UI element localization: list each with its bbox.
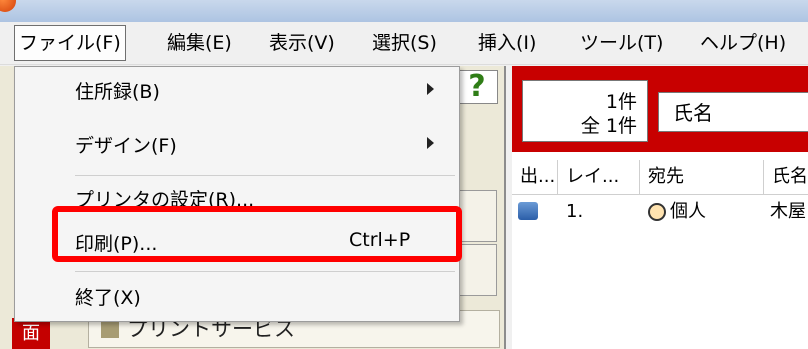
highlight-annotation	[52, 206, 462, 262]
menu-insert[interactable]: 挿入(I)	[474, 26, 540, 60]
record-count: 1件	[605, 91, 637, 113]
menu-item-exit[interactable]: 終了(X)	[75, 283, 141, 310]
printer-icon	[518, 202, 538, 220]
row-number: 1.	[566, 201, 584, 222]
column-header-output[interactable]: 出...	[512, 160, 558, 194]
title-bar	[0, 0, 808, 22]
column-header-layout[interactable]: レイ...	[558, 160, 640, 194]
name-cell[interactable]: 木屋	[770, 198, 806, 226]
menu-separator	[75, 271, 455, 272]
menu-edit[interactable]: 編集(E)	[163, 26, 236, 60]
menu-view[interactable]: 表示(V)	[265, 26, 339, 60]
file-menu-dropdown: 住所録(B) デザイン(F) プリンタの設定(R)... 印刷(P)... Ct…	[14, 66, 460, 322]
person-icon	[648, 203, 666, 221]
panel-splitter[interactable]	[504, 66, 506, 349]
record-count-box: 1件 全 1件	[522, 80, 648, 142]
recipient-cell[interactable]: 個人	[648, 198, 706, 226]
menu-tools[interactable]: ツール(T)	[576, 26, 667, 60]
column-header-recipient[interactable]: 宛先	[640, 160, 764, 194]
recipient-label: 個人	[670, 201, 706, 222]
menu-item-address-book[interactable]: 住所録(B)	[75, 77, 160, 104]
menu-separator	[75, 175, 455, 176]
column-header-name[interactable]: 氏名	[764, 160, 808, 194]
mode-badge[interactable]: 面	[12, 318, 50, 349]
menu-help[interactable]: ヘルプ(H)	[696, 26, 790, 60]
menu-file[interactable]: ファイル(F)	[14, 25, 126, 61]
help-button[interactable]: ?	[456, 70, 498, 104]
app-icon	[0, 0, 16, 12]
menu-select[interactable]: 選択(S)	[368, 26, 441, 60]
menu-item-design[interactable]: デザイン(F)	[75, 131, 177, 158]
submenu-arrow-icon	[427, 83, 434, 95]
menu-bar: ファイル(F) 編集(E) 表示(V) 選択(S) 挿入(I) ツール(T) ヘ…	[0, 24, 808, 65]
field-selector[interactable]: 氏名	[658, 92, 808, 132]
record-total: 全 1件	[580, 115, 637, 137]
submenu-arrow-icon	[427, 137, 434, 149]
print-service-icon	[101, 322, 119, 338]
